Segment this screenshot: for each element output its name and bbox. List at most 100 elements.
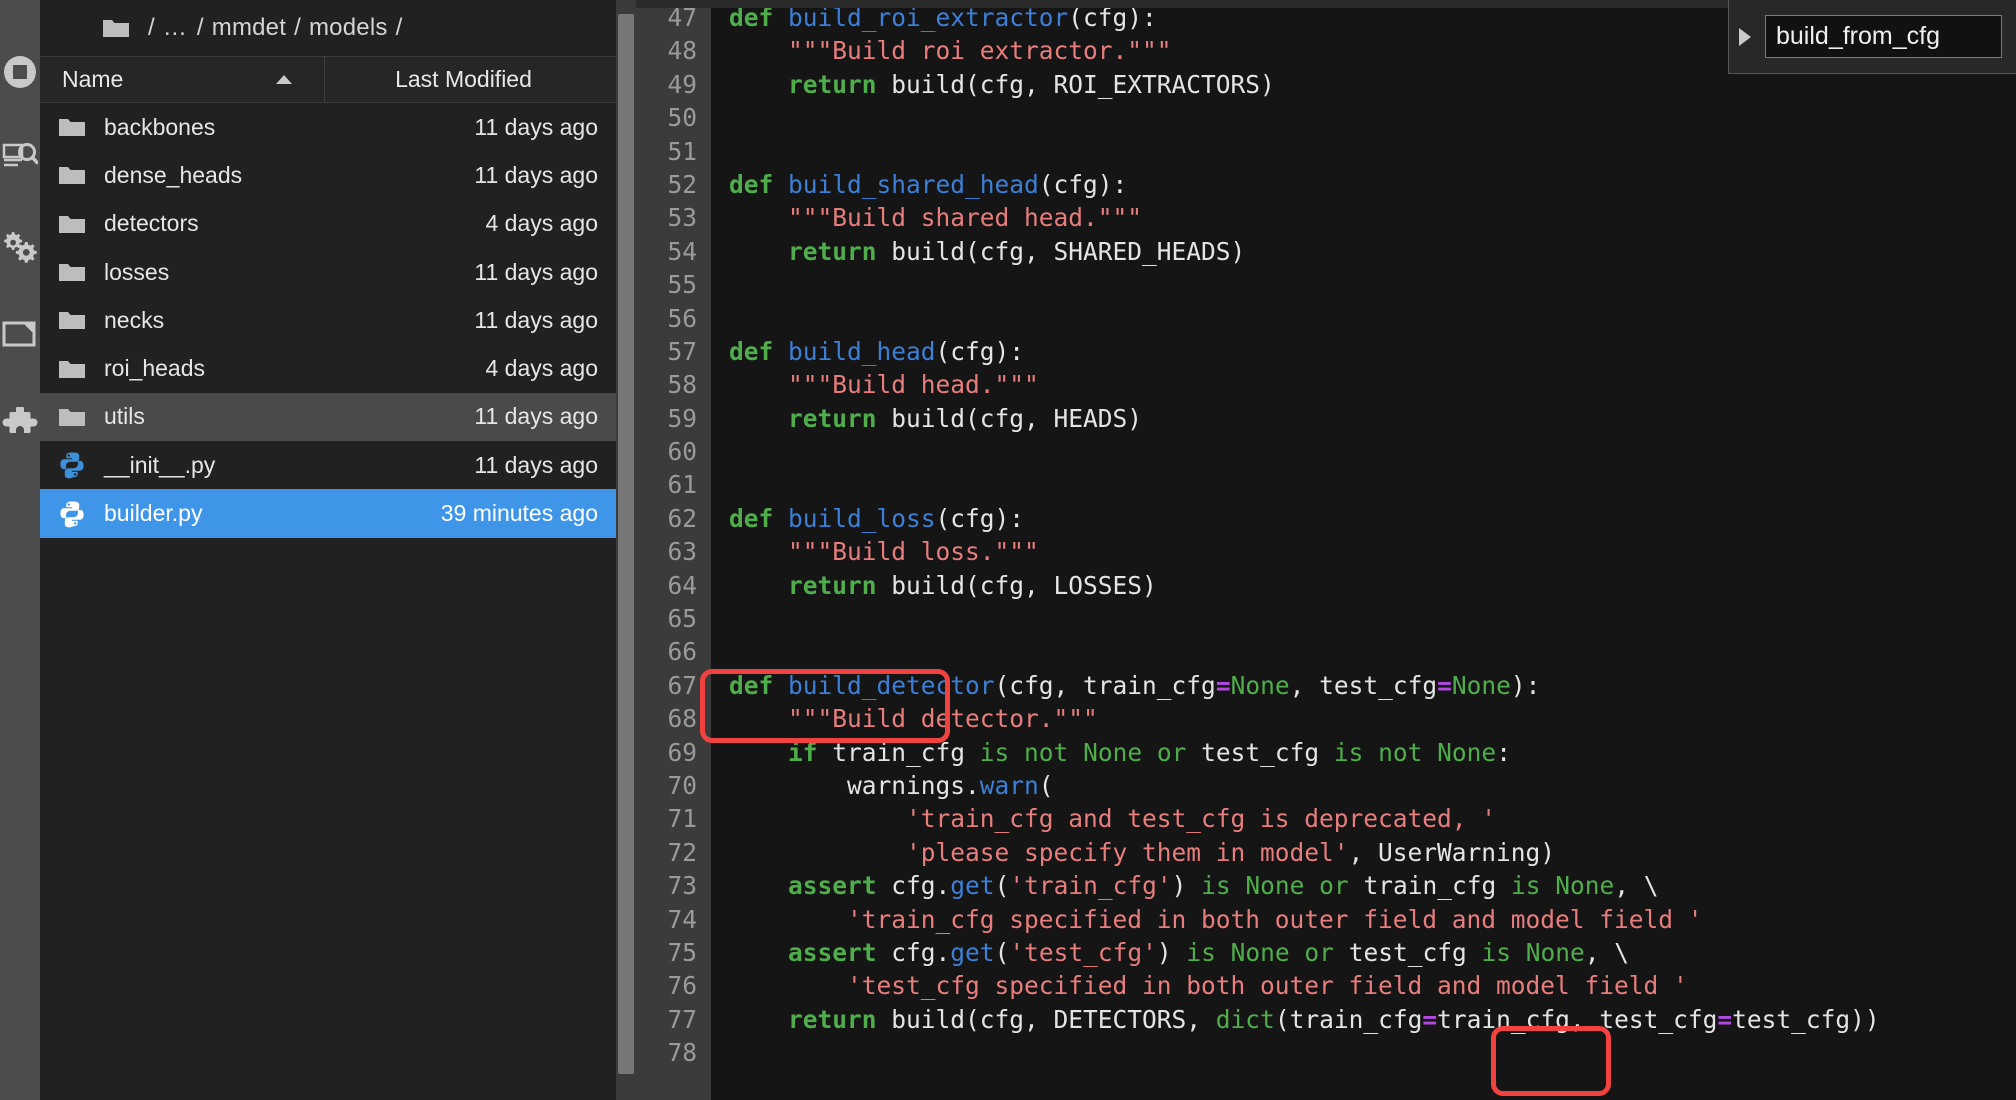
breadcrumb-sep-root: / [148, 14, 155, 42]
code-token [729, 905, 847, 934]
folder-icon [40, 309, 104, 331]
document-search-icon[interactable] [0, 138, 40, 178]
code-line-content[interactable] [711, 468, 729, 501]
line-number: 71 [636, 802, 711, 835]
file-row[interactable]: utils11 days ago [40, 393, 616, 441]
code-line-content[interactable]: """Build head.""" [711, 368, 1039, 401]
breadcrumb[interactable]: / … / mmdet / models / [40, 0, 616, 56]
file-row[interactable]: backbones11 days ago [40, 103, 616, 151]
editor-scrollbar[interactable] [616, 0, 636, 1100]
code-token: (cfg, train_cfg [995, 671, 1216, 700]
column-header-name[interactable]: Name [40, 57, 325, 102]
code-token: , \ [1585, 938, 1629, 967]
code-token [729, 237, 788, 266]
code-line-content[interactable] [711, 135, 729, 168]
folder-icon[interactable] [0, 314, 40, 354]
code-token [773, 337, 788, 366]
code-line-content[interactable]: 'please specify them in model', UserWarn… [711, 836, 1555, 869]
line-number: 73 [636, 869, 711, 902]
code-line-content[interactable] [711, 435, 729, 468]
line-number: 49 [636, 68, 711, 101]
file-row[interactable]: builder.py39 minutes ago [40, 489, 616, 537]
code-token [729, 537, 788, 566]
code-token: ( [995, 938, 1010, 967]
code-line: 65 [636, 602, 2016, 635]
code-token: None [1083, 738, 1142, 767]
code-token: def [729, 8, 773, 32]
code-token: """Build detector.""" [788, 704, 1098, 733]
code-line-content[interactable]: def build_shared_head(cfg): [711, 168, 1127, 201]
code-token: None [1245, 871, 1304, 900]
code-line-content[interactable]: return build(cfg, HEADS) [711, 402, 1142, 435]
breadcrumb-ellipsis[interactable]: … [163, 14, 189, 42]
code-line-content[interactable]: def build_detector(cfg, train_cfg=None, … [711, 669, 1540, 702]
code-line-content[interactable]: """Build shared head.""" [711, 201, 1142, 234]
record-stop-icon[interactable] [0, 52, 40, 92]
code-line-content[interactable]: """Build roi extractor.""" [711, 34, 1172, 67]
code-line-content[interactable]: assert cfg.get('test_cfg') is None or te… [711, 936, 1629, 969]
folder-icon [40, 261, 104, 283]
code-token: (train_cfg [1275, 1005, 1423, 1034]
code-token: build(cfg, SHARED_HEADS) [877, 237, 1246, 266]
code-line-content[interactable]: return build(cfg, SHARED_HEADS) [711, 235, 1245, 268]
editor-scrollbar-thumb[interactable] [618, 14, 634, 1074]
code-token: warn [980, 771, 1039, 800]
gears-icon[interactable] [0, 226, 40, 266]
code-line-content[interactable] [711, 302, 729, 335]
file-row-modified: 11 days ago [474, 259, 616, 286]
code-token: """Build head.""" [788, 370, 1039, 399]
code-line: 54 return build(cfg, SHARED_HEADS) [636, 235, 2016, 268]
column-header-last-modified[interactable]: Last Modified [325, 57, 616, 102]
code-token: 'train_cfg' [1009, 871, 1171, 900]
file-row-modified: 11 days ago [474, 162, 616, 189]
code-token: 'test_cfg specified in both outer field … [847, 971, 1688, 1000]
code-line-content[interactable]: return build(cfg, ROI_EXTRACTORS) [711, 68, 1275, 101]
puzzle-icon[interactable] [0, 404, 40, 444]
line-number: 69 [636, 736, 711, 769]
file-row[interactable]: detectors4 days ago [40, 200, 616, 248]
file-row-modified: 4 days ago [485, 210, 616, 237]
code-line-content[interactable] [711, 1036, 729, 1069]
code-line-content[interactable]: assert cfg.get('train_cfg') is None or t… [711, 869, 1659, 902]
code-line-content[interactable] [711, 602, 729, 635]
line-number: 68 [636, 702, 711, 735]
code-line-content[interactable]: 'train_cfg and test_cfg is deprecated, ' [711, 802, 1496, 835]
code-token [1068, 738, 1083, 767]
code-line: 74 'train_cfg specified in both outer fi… [636, 903, 2016, 936]
file-row-modified: 39 minutes ago [441, 500, 616, 527]
code-token: = [1717, 1005, 1732, 1034]
line-number: 77 [636, 1003, 711, 1036]
code-line-content[interactable]: def build_loss(cfg): [711, 502, 1024, 535]
breadcrumb-segment-mmdet[interactable]: mmdet [212, 14, 286, 42]
file-row-name: builder.py [104, 500, 441, 527]
code-line-content[interactable]: def build_head(cfg): [711, 335, 1024, 368]
code-token: (cfg): [1039, 170, 1128, 199]
code-line-content[interactable]: warnings.warn( [711, 769, 1054, 802]
code-line-content[interactable]: return build(cfg, DETECTORS, dict(train_… [711, 1003, 1880, 1036]
code-line-content[interactable]: 'train_cfg specified in both outer field… [711, 903, 1703, 936]
file-row[interactable]: dense_heads11 days ago [40, 151, 616, 199]
code-line-content[interactable] [711, 101, 729, 134]
code-token: ) [1157, 938, 1187, 967]
code-line-content[interactable]: def build_roi_extractor(cfg): [711, 8, 1157, 34]
file-row[interactable]: roi_heads4 days ago [40, 344, 616, 392]
code-token: is not [980, 738, 1069, 767]
code-line-content[interactable] [711, 635, 729, 668]
code-line-content[interactable]: 'test_cfg specified in both outer field … [711, 969, 1688, 1002]
chevron-right-icon[interactable] [1739, 28, 1751, 46]
line-number: 70 [636, 769, 711, 802]
breadcrumb-segment-models[interactable]: models [309, 14, 388, 42]
code-surface[interactable]: 47def build_roi_extractor(cfg):48 """Bui… [636, 8, 2016, 1100]
code-line-content[interactable]: if train_cfg is not None or test_cfg is … [711, 736, 1511, 769]
file-row[interactable]: losses11 days ago [40, 248, 616, 296]
outline-item-build-from-cfg[interactable]: build_from_cfg [1765, 15, 2002, 58]
code-token [1540, 871, 1555, 900]
file-row[interactable]: __init__.py11 days ago [40, 441, 616, 489]
code-token: None [1452, 671, 1511, 700]
file-browser-panel: / … / mmdet / models / Name Last Modifie… [40, 0, 616, 1100]
code-line-content[interactable]: return build(cfg, LOSSES) [711, 569, 1157, 602]
code-line-content[interactable]: """Build detector.""" [711, 702, 1098, 735]
file-row[interactable]: necks11 days ago [40, 296, 616, 344]
code-line-content[interactable] [711, 268, 729, 301]
code-line-content[interactable]: """Build loss.""" [711, 535, 1039, 568]
